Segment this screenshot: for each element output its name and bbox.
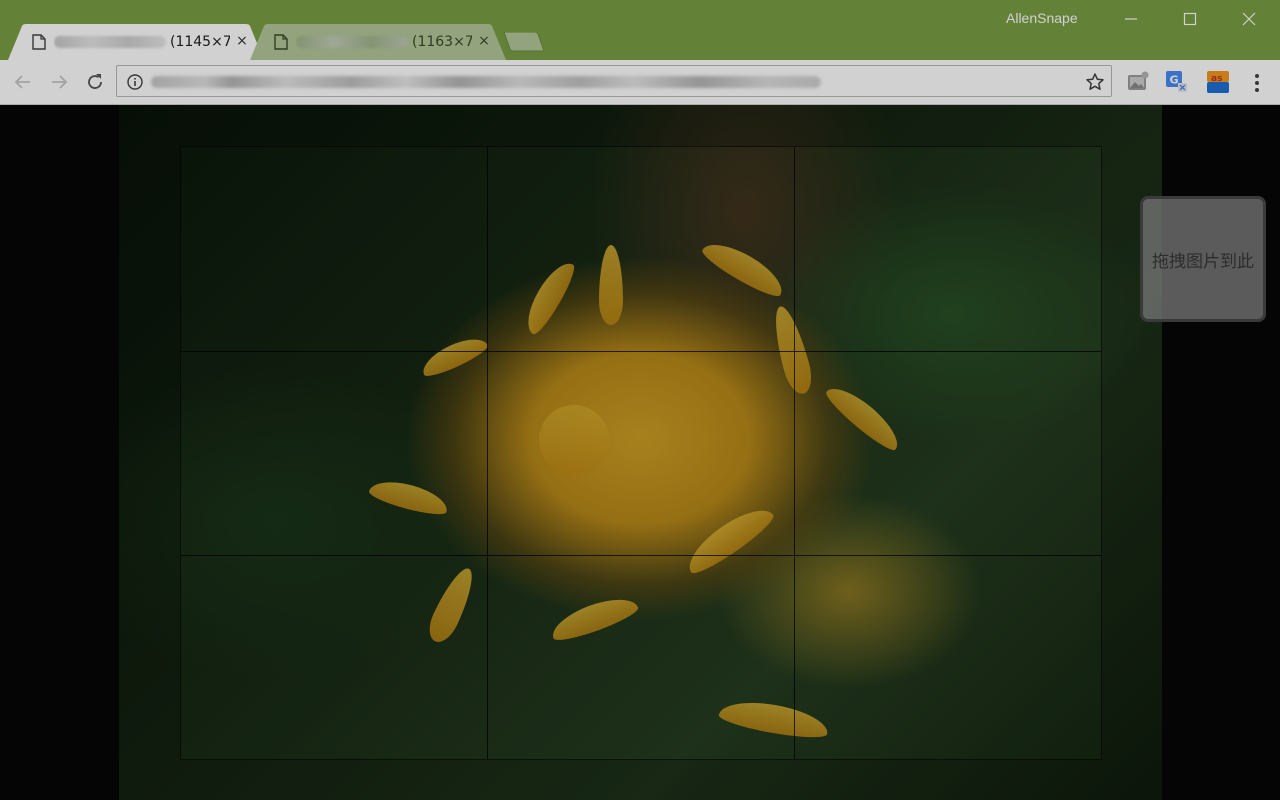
grid-line-vertical	[487, 147, 488, 759]
star-icon[interactable]	[1085, 72, 1105, 92]
maximize-icon	[1183, 12, 1197, 26]
drop-zone-label: 拖拽图片到此	[1152, 251, 1254, 272]
title-bar: (1145×7 × (1163×7 × AllenSnape	[0, 0, 1280, 60]
image-viewer: 拖拽图片到此	[0, 105, 1280, 800]
grid-line-horizontal	[181, 351, 1101, 352]
image-extension-icon[interactable]	[1126, 70, 1150, 94]
google-translate-icon[interactable]: G	[1165, 70, 1189, 94]
url-text[interactable]	[151, 73, 831, 91]
back-button[interactable]	[10, 69, 36, 95]
kebab-menu-icon[interactable]	[1248, 72, 1266, 94]
close-icon	[1242, 12, 1256, 26]
maximize-button[interactable]	[1161, 0, 1219, 38]
new-tab-button[interactable]	[503, 32, 545, 52]
reload-icon	[88, 74, 102, 89]
as-extension-icon[interactable]: as	[1206, 70, 1230, 94]
browser-toolbar: G as	[0, 60, 1280, 105]
arrow-left-icon	[14, 75, 30, 89]
blurred-title	[54, 36, 166, 48]
tab-inactive[interactable]: (1163×7 ×	[250, 24, 510, 60]
reload-button[interactable]	[82, 69, 108, 95]
blurred-title	[296, 36, 408, 48]
grid-line-vertical	[794, 147, 795, 759]
info-icon[interactable]	[127, 74, 143, 90]
address-bar[interactable]	[116, 65, 1112, 97]
tab-title: (1163×7	[296, 33, 472, 53]
close-window-button[interactable]	[1220, 0, 1278, 38]
page-icon	[274, 34, 288, 50]
tab-close-button[interactable]: ×	[476, 33, 492, 49]
svg-text:as: as	[1211, 74, 1222, 84]
minimize-button[interactable]	[1102, 0, 1160, 38]
minimize-icon	[1125, 18, 1137, 20]
crop-selection[interactable]	[180, 146, 1102, 760]
forward-button[interactable]	[46, 69, 72, 95]
grid-line-horizontal	[181, 555, 1101, 556]
profile-name[interactable]: AllenSnape	[1006, 10, 1078, 26]
tab-close-button[interactable]: ×	[234, 33, 250, 49]
tab-active[interactable]: (1145×7 ×	[8, 24, 268, 60]
arrow-right-icon	[52, 75, 68, 89]
tab-title-suffix: (1145×7	[170, 34, 230, 50]
drop-zone[interactable]: 拖拽图片到此	[1140, 196, 1266, 322]
tab-title: (1145×7	[54, 33, 230, 53]
svg-text:G: G	[1170, 74, 1179, 87]
page-icon	[32, 34, 46, 50]
tab-title-suffix: (1163×7	[412, 34, 472, 50]
